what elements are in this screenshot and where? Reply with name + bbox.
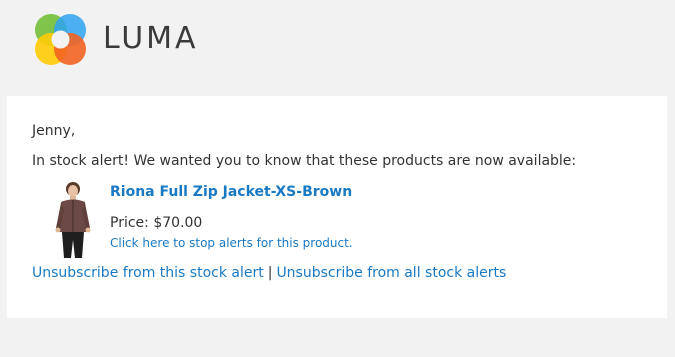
intro-text: In stock alert! We wanted you to know th… bbox=[32, 153, 577, 169]
link-separator: | bbox=[267, 265, 273, 281]
header: LUMA bbox=[0, 0, 675, 95]
stop-alert-link[interactable]: Click here to stop alerts for this produ… bbox=[110, 235, 353, 251]
product-image[interactable] bbox=[49, 182, 95, 258]
email-body: Jenny, In stock alert! We wanted you to … bbox=[7, 96, 667, 318]
product-price: Price: $70.00 bbox=[110, 215, 203, 231]
unsubscribe-all-alerts-link[interactable]: Unsubscribe from all stock alerts bbox=[276, 265, 506, 281]
unsubscribe-row: Unsubscribe from this stock alert | Unsubs… bbox=[32, 264, 506, 282]
unsubscribe-this-alert-link[interactable]: Unsubscribe from this stock alert bbox=[32, 265, 264, 281]
brand-name: LUMA bbox=[103, 21, 199, 56]
luma-logo-icon[interactable] bbox=[34, 13, 87, 66]
email-page: LUMA Jenny, In stock alert! We wanted yo… bbox=[0, 0, 675, 357]
product-name-link[interactable]: Riona Full Zip Jacket-XS-Brown bbox=[110, 183, 352, 201]
greeting-text: Jenny, bbox=[32, 123, 76, 139]
